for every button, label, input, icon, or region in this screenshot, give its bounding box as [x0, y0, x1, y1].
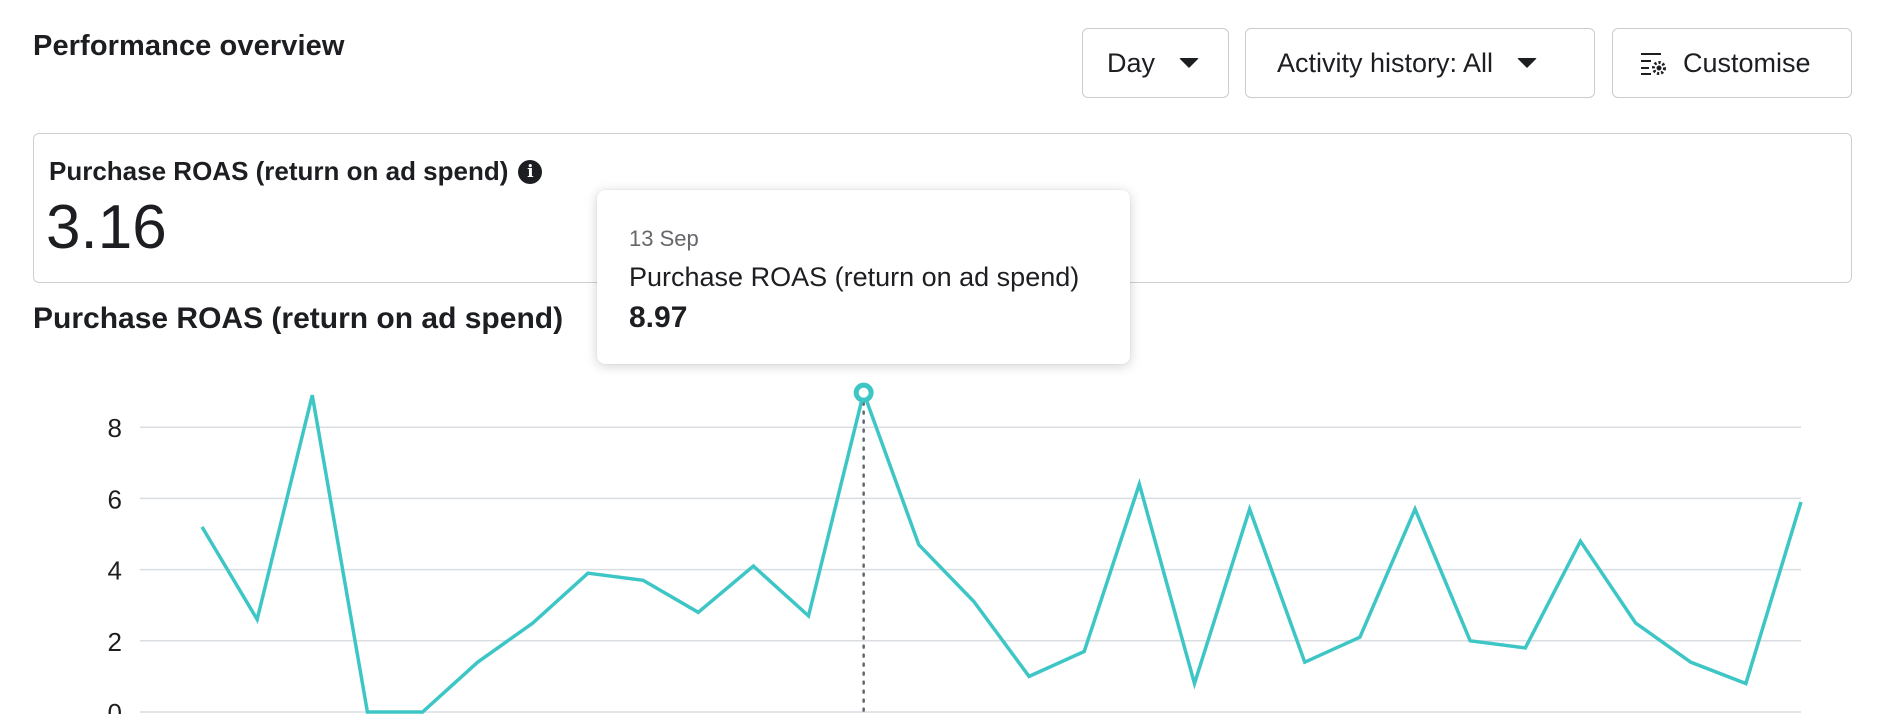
data-point[interactable]: [747, 560, 759, 572]
data-point[interactable]: [1795, 496, 1807, 508]
data-point[interactable]: [1133, 478, 1145, 490]
data-point[interactable]: [1023, 670, 1035, 682]
data-point[interactable]: [1078, 645, 1090, 657]
data-point[interactable]: [1685, 656, 1697, 668]
tooltip-date: 13 Sep: [629, 226, 699, 251]
chart-tooltip: 13 Sep Purchase ROAS (return on ad spend…: [597, 190, 1130, 364]
data-point[interactable]: [361, 706, 373, 714]
data-point[interactable]: [196, 521, 208, 533]
data-point[interactable]: [1244, 503, 1256, 515]
series-line: [200, 386, 1803, 714]
data-point[interactable]: [582, 567, 594, 579]
data-point[interactable]: [803, 610, 815, 622]
data-point[interactable]: [527, 617, 539, 629]
data-point[interactable]: [1574, 535, 1586, 547]
tooltip-value: 8.97: [629, 301, 688, 334]
y-tick-label: 0: [108, 698, 122, 714]
data-point[interactable]: [913, 539, 925, 551]
data-point[interactable]: [1740, 678, 1752, 690]
data-point[interactable]: [1299, 656, 1311, 668]
data-point[interactable]: [1354, 631, 1366, 643]
data-point[interactable]: [472, 656, 484, 668]
y-tick-label: 4: [108, 556, 122, 586]
data-point[interactable]: [1630, 617, 1642, 629]
tooltip-label: Purchase ROAS (return on ad spend): [629, 262, 1080, 292]
data-point[interactable]: [1519, 642, 1531, 654]
data-point[interactable]: [251, 613, 263, 625]
data-point[interactable]: [1464, 635, 1476, 647]
y-tick-label: 2: [108, 627, 122, 657]
data-point[interactable]: [306, 389, 318, 401]
data-point[interactable]: [637, 574, 649, 586]
data-point[interactable]: [692, 606, 704, 618]
data-point[interactable]: [968, 596, 980, 608]
data-point[interactable]: [1188, 678, 1200, 690]
y-tick-label: 6: [108, 484, 122, 514]
highlighted-data-point[interactable]: [853, 382, 874, 403]
y-tick-label: 8: [108, 413, 122, 443]
data-point[interactable]: [1409, 503, 1421, 515]
